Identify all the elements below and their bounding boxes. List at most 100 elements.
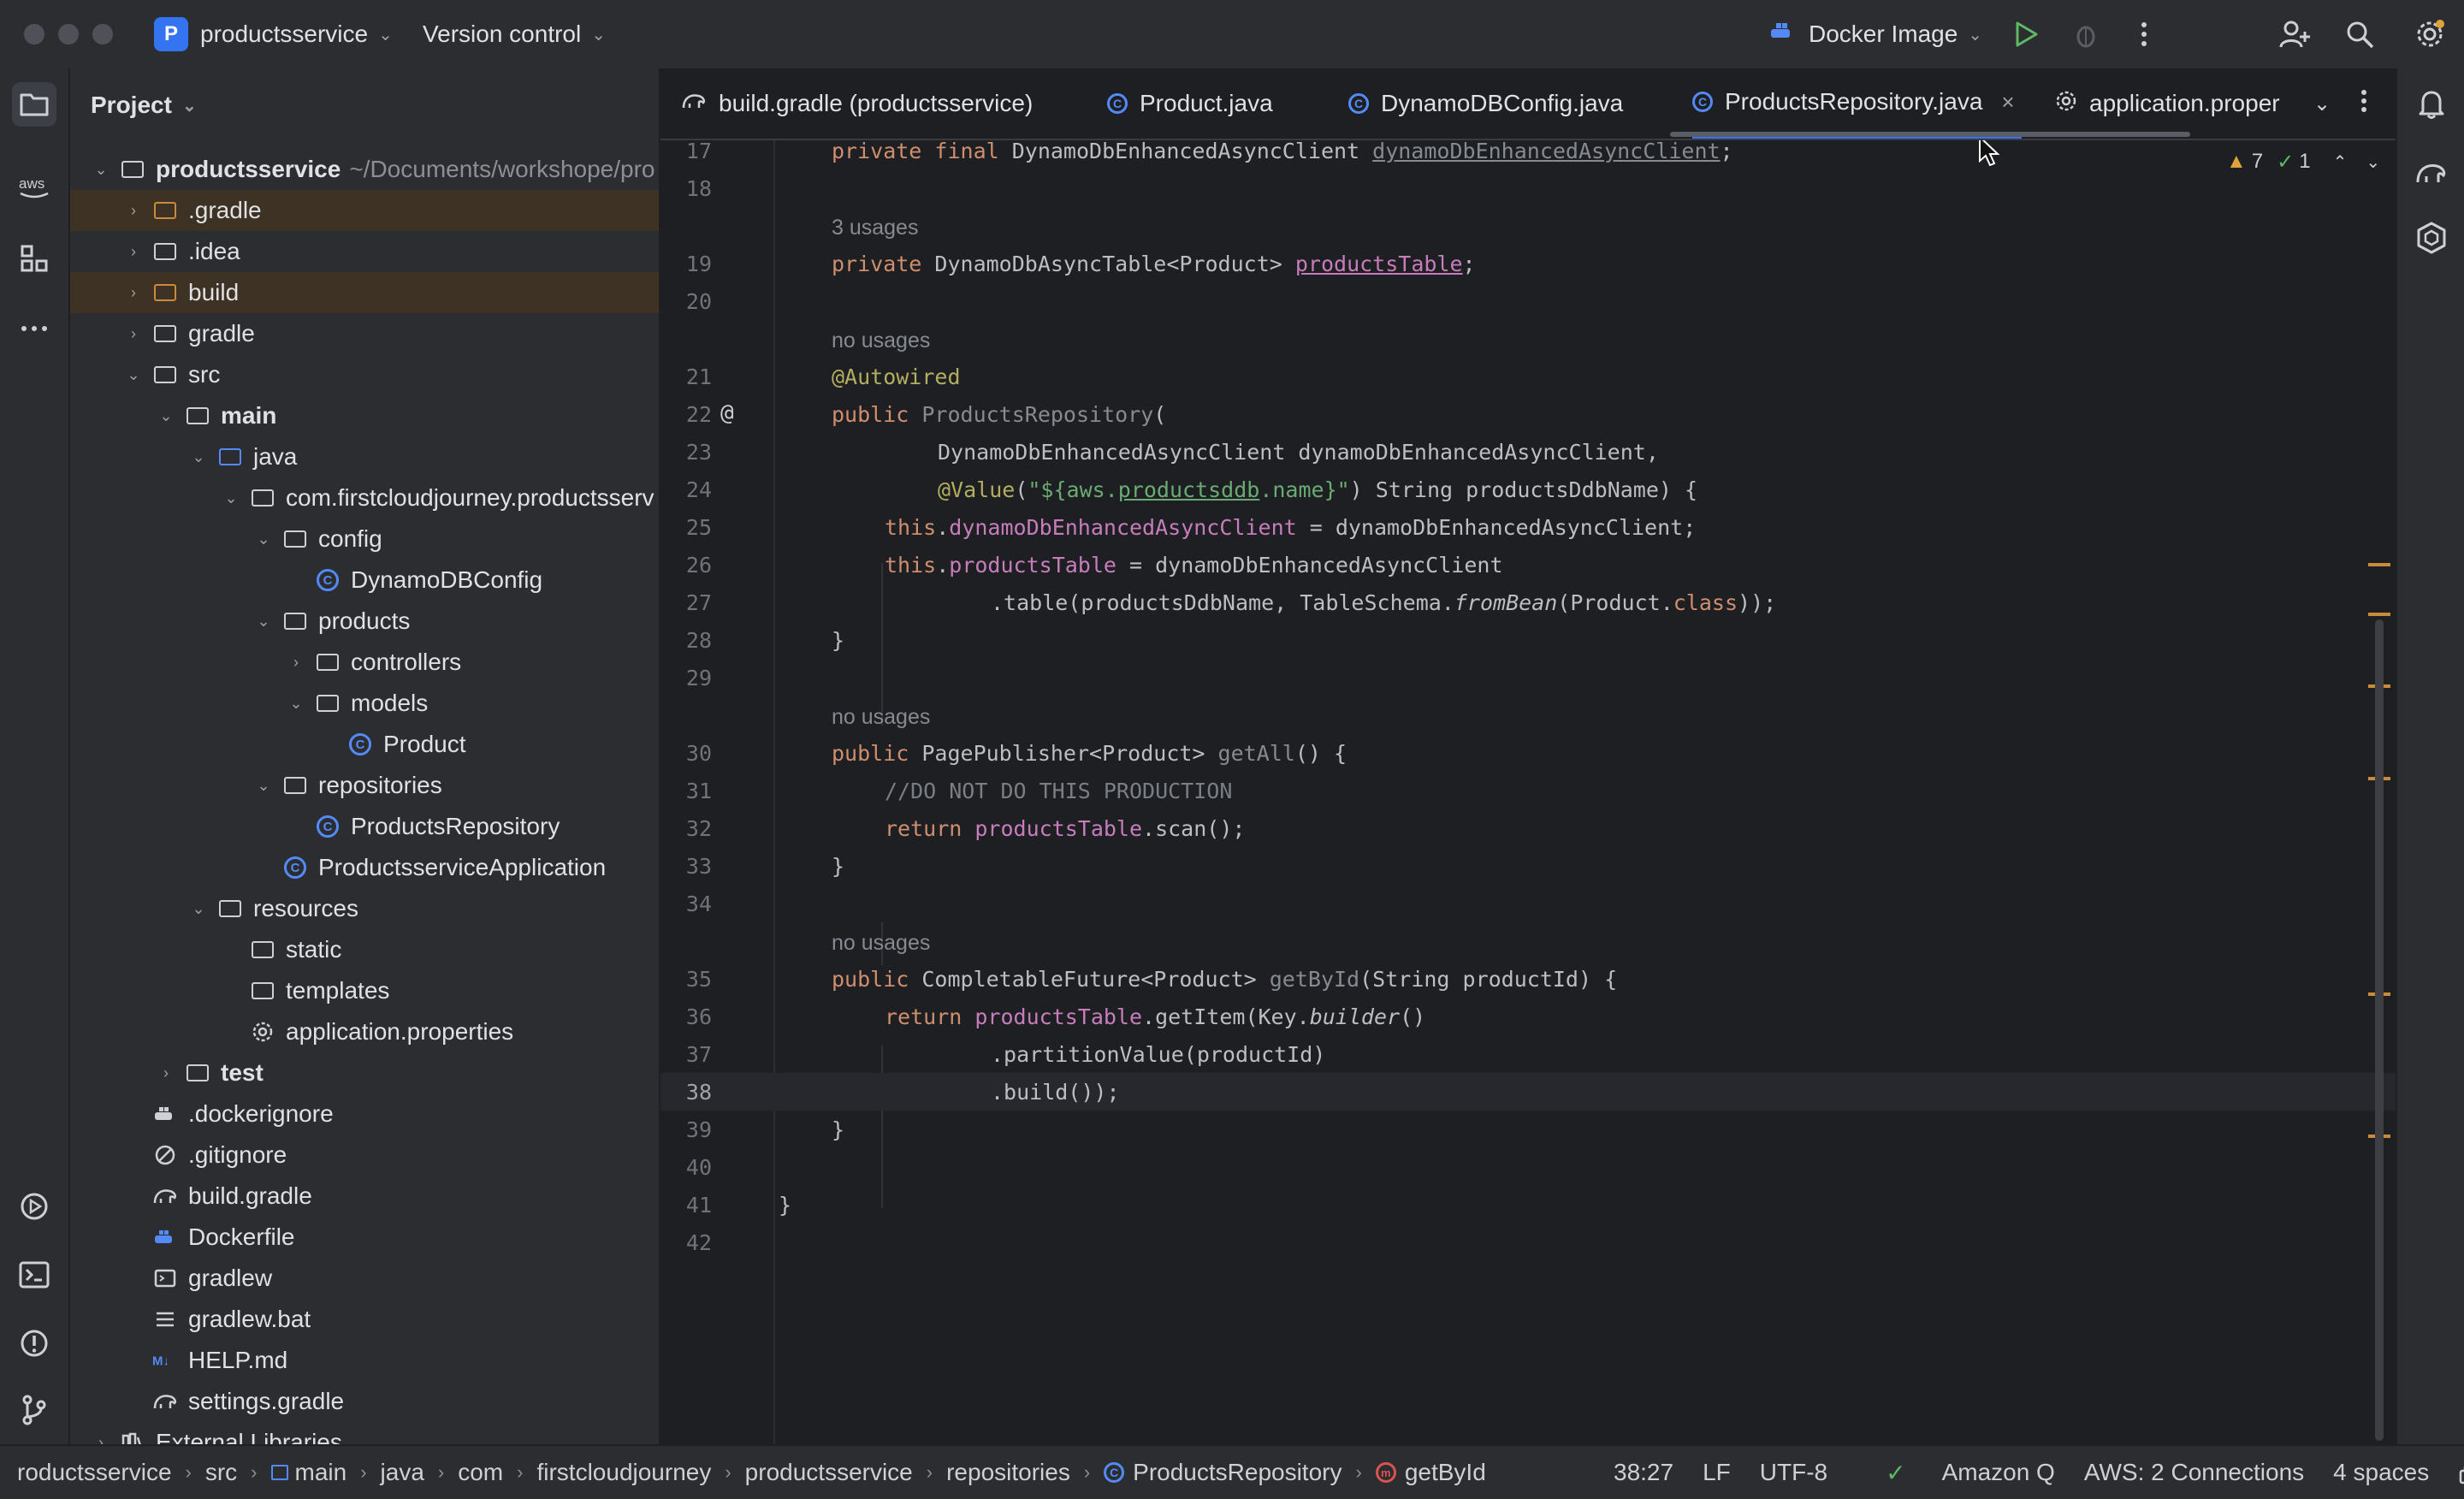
amazon-q-icon[interactable]	[2409, 216, 2454, 260]
tab-productsrepository-java[interactable]: C ProductsRepository.java ×	[1692, 68, 2022, 139]
more-actions-icon[interactable]	[2125, 15, 2163, 53]
code-line[interactable]: 39 }	[660, 1111, 2396, 1148]
code-line[interactable]: 40	[660, 1148, 2396, 1186]
breadcrumb-item[interactable]: firstcloudjourney	[536, 1459, 711, 1486]
tree-item-build[interactable]: › build	[70, 272, 659, 313]
file-encoding[interactable]: UTF-8	[1760, 1459, 1827, 1486]
breadcrumb-item[interactable]: java	[381, 1459, 424, 1486]
tree-item-controllers[interactable]: › controllers	[70, 642, 659, 683]
read-only-lock-icon[interactable]	[2458, 1460, 2464, 1484]
code-line[interactable]: 36 return productsTable.getItem(Key.buil…	[660, 998, 2396, 1035]
tree-item-config[interactable]: ⌄ config	[70, 518, 659, 560]
code-line[interactable]: 20	[660, 282, 2396, 320]
warning-stripe-marker[interactable]	[2368, 563, 2390, 566]
tab-build-gradle[interactable]: build.gradle (productsservice)	[681, 68, 1033, 139]
tab-more-actions[interactable]	[2360, 68, 2368, 139]
project-switcher[interactable]: P productsservice ⌄	[154, 0, 393, 68]
breadcrumb-item[interactable]: productsservice	[745, 1459, 913, 1486]
code-line[interactable]: 33 }	[660, 847, 2396, 885]
tree-item-gitignore[interactable]: .gitignore	[70, 1135, 659, 1176]
code-line[interactable]: 41 }	[660, 1186, 2396, 1223]
usage-hint[interactable]: no usages	[660, 696, 2396, 734]
git-branch-icon[interactable]	[12, 1388, 56, 1432]
run-icon[interactable]	[2007, 15, 2045, 53]
debug-icon[interactable]	[2067, 15, 2105, 53]
aws-connections[interactable]: AWS: 2 Connections	[2084, 1459, 2304, 1486]
tree-item-src[interactable]: ⌄ src	[70, 354, 659, 395]
tree-item-external-libraries[interactable]: › External Libraries	[70, 1422, 659, 1444]
tree-item-gradle[interactable]: › gradle	[70, 313, 659, 354]
tree-item-settings-gradle[interactable]: settings.gradle	[70, 1381, 659, 1422]
window-zoom-button[interactable]	[92, 24, 113, 44]
notifications-bell-icon[interactable]	[2409, 82, 2454, 127]
autowired-gutter-icon[interactable]: @	[720, 400, 734, 426]
tree-item-dynamodbconfig[interactable]: C DynamoDBConfig	[70, 560, 659, 601]
code-line[interactable]: 42	[660, 1223, 2396, 1261]
tree-item-dockerignore[interactable]: .dockerignore	[70, 1093, 659, 1135]
code-line[interactable]: 26 this.productsTable = dynamoDbEnhanced…	[660, 546, 2396, 584]
add-user-icon[interactable]	[2276, 15, 2313, 53]
tab-application-properties[interactable]: application.proper	[2055, 68, 2280, 139]
code-line[interactable]: 30 public PagePublisher<Product> getAll(…	[660, 734, 2396, 772]
breadcrumb-item[interactable]: src	[205, 1459, 237, 1486]
tree-item-help-md[interactable]: M↓ HELP.md	[70, 1340, 659, 1381]
tab-dynamodbconfig-java[interactable]: C DynamoDBConfig.java	[1348, 68, 1623, 139]
tree-item-main[interactable]: ⌄ main	[70, 395, 659, 436]
usage-hint[interactable]: no usages	[660, 922, 2396, 960]
settings-gear-icon[interactable]	[2411, 15, 2449, 53]
breadcrumb-item-class[interactable]: C ProductsRepository	[1104, 1459, 1342, 1486]
tree-item-product[interactable]: C Product	[70, 724, 659, 765]
structure-icon[interactable]	[12, 236, 56, 281]
usage-hint[interactable]: 3 usages	[660, 207, 2396, 245]
tree-item-productsservice[interactable]: ⌄ productsservice ~/Documents/workshope/…	[70, 149, 659, 190]
tab-strip-scrollbar[interactable]	[1670, 132, 2190, 137]
amazon-q-status[interactable]: ✓ Amazon Q	[1857, 1459, 2055, 1487]
code-line[interactable]: 32 return productsTable.scan();	[660, 809, 2396, 847]
code-line[interactable]: 25 this.dynamoDbEnhancedAsyncClient = dy…	[660, 508, 2396, 546]
aws-toolkit-icon[interactable]: aws	[12, 164, 56, 209]
code-line[interactable]: 27 .table(productsDdbName, TableSchema.f…	[660, 584, 2396, 621]
tree-item-templates[interactable]: templates	[70, 970, 659, 1011]
tree-item-gradlew[interactable]: gradlew	[70, 1258, 659, 1299]
code-line[interactable]: 17 private final DynamoDbEnhancedAsyncCl…	[660, 140, 2396, 169]
code-line[interactable]: 22 @ public ProductsRepository(	[660, 395, 2396, 433]
vcs-menu[interactable]: Version control ⌄	[423, 0, 606, 68]
services-icon[interactable]	[12, 1184, 56, 1229]
code-line[interactable]: 29	[660, 659, 2396, 696]
caret-position[interactable]: 38:27	[1614, 1459, 1673, 1486]
tree-item-gradlew-bat[interactable]: gradlew.bat	[70, 1299, 659, 1340]
tree-item-productsrepository[interactable]: C ProductsRepository	[70, 806, 659, 847]
breadcrumb-item[interactable]: repositories	[946, 1459, 1070, 1486]
tree-item-application-properties[interactable]: application.properties	[70, 1011, 659, 1052]
code-line[interactable]: 21 @Autowired	[660, 358, 2396, 395]
tree-item-test[interactable]: › test	[70, 1052, 659, 1093]
terminal-icon[interactable]	[12, 1253, 56, 1297]
window-close-button[interactable]	[24, 24, 44, 44]
code-editor[interactable]: ▲ 7 ✓ 1 ⌃ ⌄ 17 private final DynamoDbEnh…	[660, 140, 2396, 1444]
code-line[interactable]: 19 private DynamoDbAsyncTable<Product> p…	[660, 245, 2396, 282]
code-line[interactable]: 37 .partitionValue(productId)	[660, 1035, 2396, 1073]
breadcrumb-item-main[interactable]: main	[270, 1459, 346, 1486]
tree-item-build-gradle[interactable]: build.gradle	[70, 1176, 659, 1217]
code-line[interactable]: 18	[660, 169, 2396, 207]
tree-item-idea[interactable]: › .idea	[70, 231, 659, 272]
tree-item-java[interactable]: ⌄ java	[70, 436, 659, 477]
line-separator[interactable]: LF	[1703, 1459, 1731, 1486]
tab-list-dropdown[interactable]: ⌄	[2313, 68, 2331, 139]
window-minimize-button[interactable]	[58, 24, 79, 44]
project-tool-icon[interactable]	[12, 82, 56, 127]
tab-product-java[interactable]: C Product.java	[1107, 68, 1273, 139]
gradle-tool-icon[interactable]	[2409, 151, 2454, 195]
breadcrumb-item[interactable]: com	[458, 1459, 503, 1486]
code-line[interactable]: 31 //DO NOT DO THIS PRODUCTION	[660, 772, 2396, 809]
usage-hint[interactable]: no usages	[660, 320, 2396, 358]
current-code-line[interactable]: 38 .build());	[660, 1073, 2396, 1111]
code-line[interactable]: 24 @Value("${aws.productsddb.name}") Str…	[660, 471, 2396, 508]
warning-stripe-marker[interactable]	[2368, 613, 2390, 616]
tree-item-gradle-cache[interactable]: › .gradle	[70, 190, 659, 231]
editor-vertical-scrollbar[interactable]	[2375, 619, 2384, 1441]
indent-setting[interactable]: 4 spaces	[2333, 1459, 2429, 1486]
search-icon[interactable]	[2341, 15, 2378, 53]
breadcrumb-item[interactable]: roductsservice	[17, 1459, 172, 1486]
tree-item-productsserviceapplication[interactable]: C ProductsserviceApplication	[70, 847, 659, 888]
